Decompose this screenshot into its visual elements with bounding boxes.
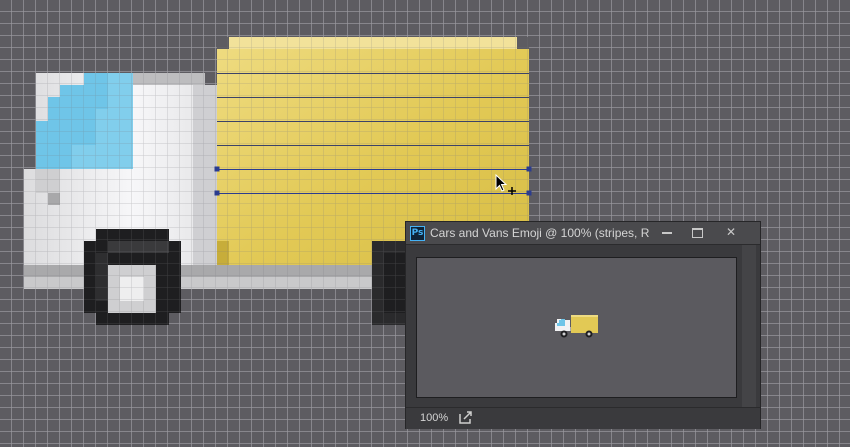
navigator-scrollbar[interactable] bbox=[742, 245, 756, 407]
truck-thumbnail bbox=[555, 315, 598, 338]
anchor-point[interactable] bbox=[214, 166, 220, 172]
maximize-button[interactable] bbox=[682, 223, 712, 242]
anchor-point[interactable] bbox=[214, 190, 220, 196]
arrow-cursor-icon bbox=[495, 174, 516, 195]
minimize-button[interactable] bbox=[652, 223, 682, 242]
navigator-titlebar[interactable]: Ps Cars and Vans Emoji @ 100% (stripes, … bbox=[406, 222, 760, 245]
window-title: Cars and Vans Emoji @ 100% (stripes, R..… bbox=[430, 226, 650, 240]
navigator-preview[interactable] bbox=[416, 257, 737, 398]
minimize-icon bbox=[662, 231, 672, 234]
maximize-icon bbox=[691, 227, 703, 238]
navigator-statusbar: 100% bbox=[406, 407, 760, 429]
navigator-window[interactable]: Ps Cars and Vans Emoji @ 100% (stripes, … bbox=[405, 221, 761, 429]
close-button[interactable]: ✕ bbox=[716, 223, 746, 242]
truck-chassis bbox=[24, 265, 396, 289]
close-icon: ✕ bbox=[725, 225, 737, 239]
photoshop-icon: Ps bbox=[410, 226, 425, 241]
front-wheel bbox=[84, 229, 181, 325]
anchor-point[interactable] bbox=[526, 166, 532, 172]
export-icon[interactable] bbox=[459, 411, 473, 424]
anchor-point[interactable] bbox=[526, 190, 532, 196]
zoom-level[interactable]: 100% bbox=[420, 412, 448, 424]
